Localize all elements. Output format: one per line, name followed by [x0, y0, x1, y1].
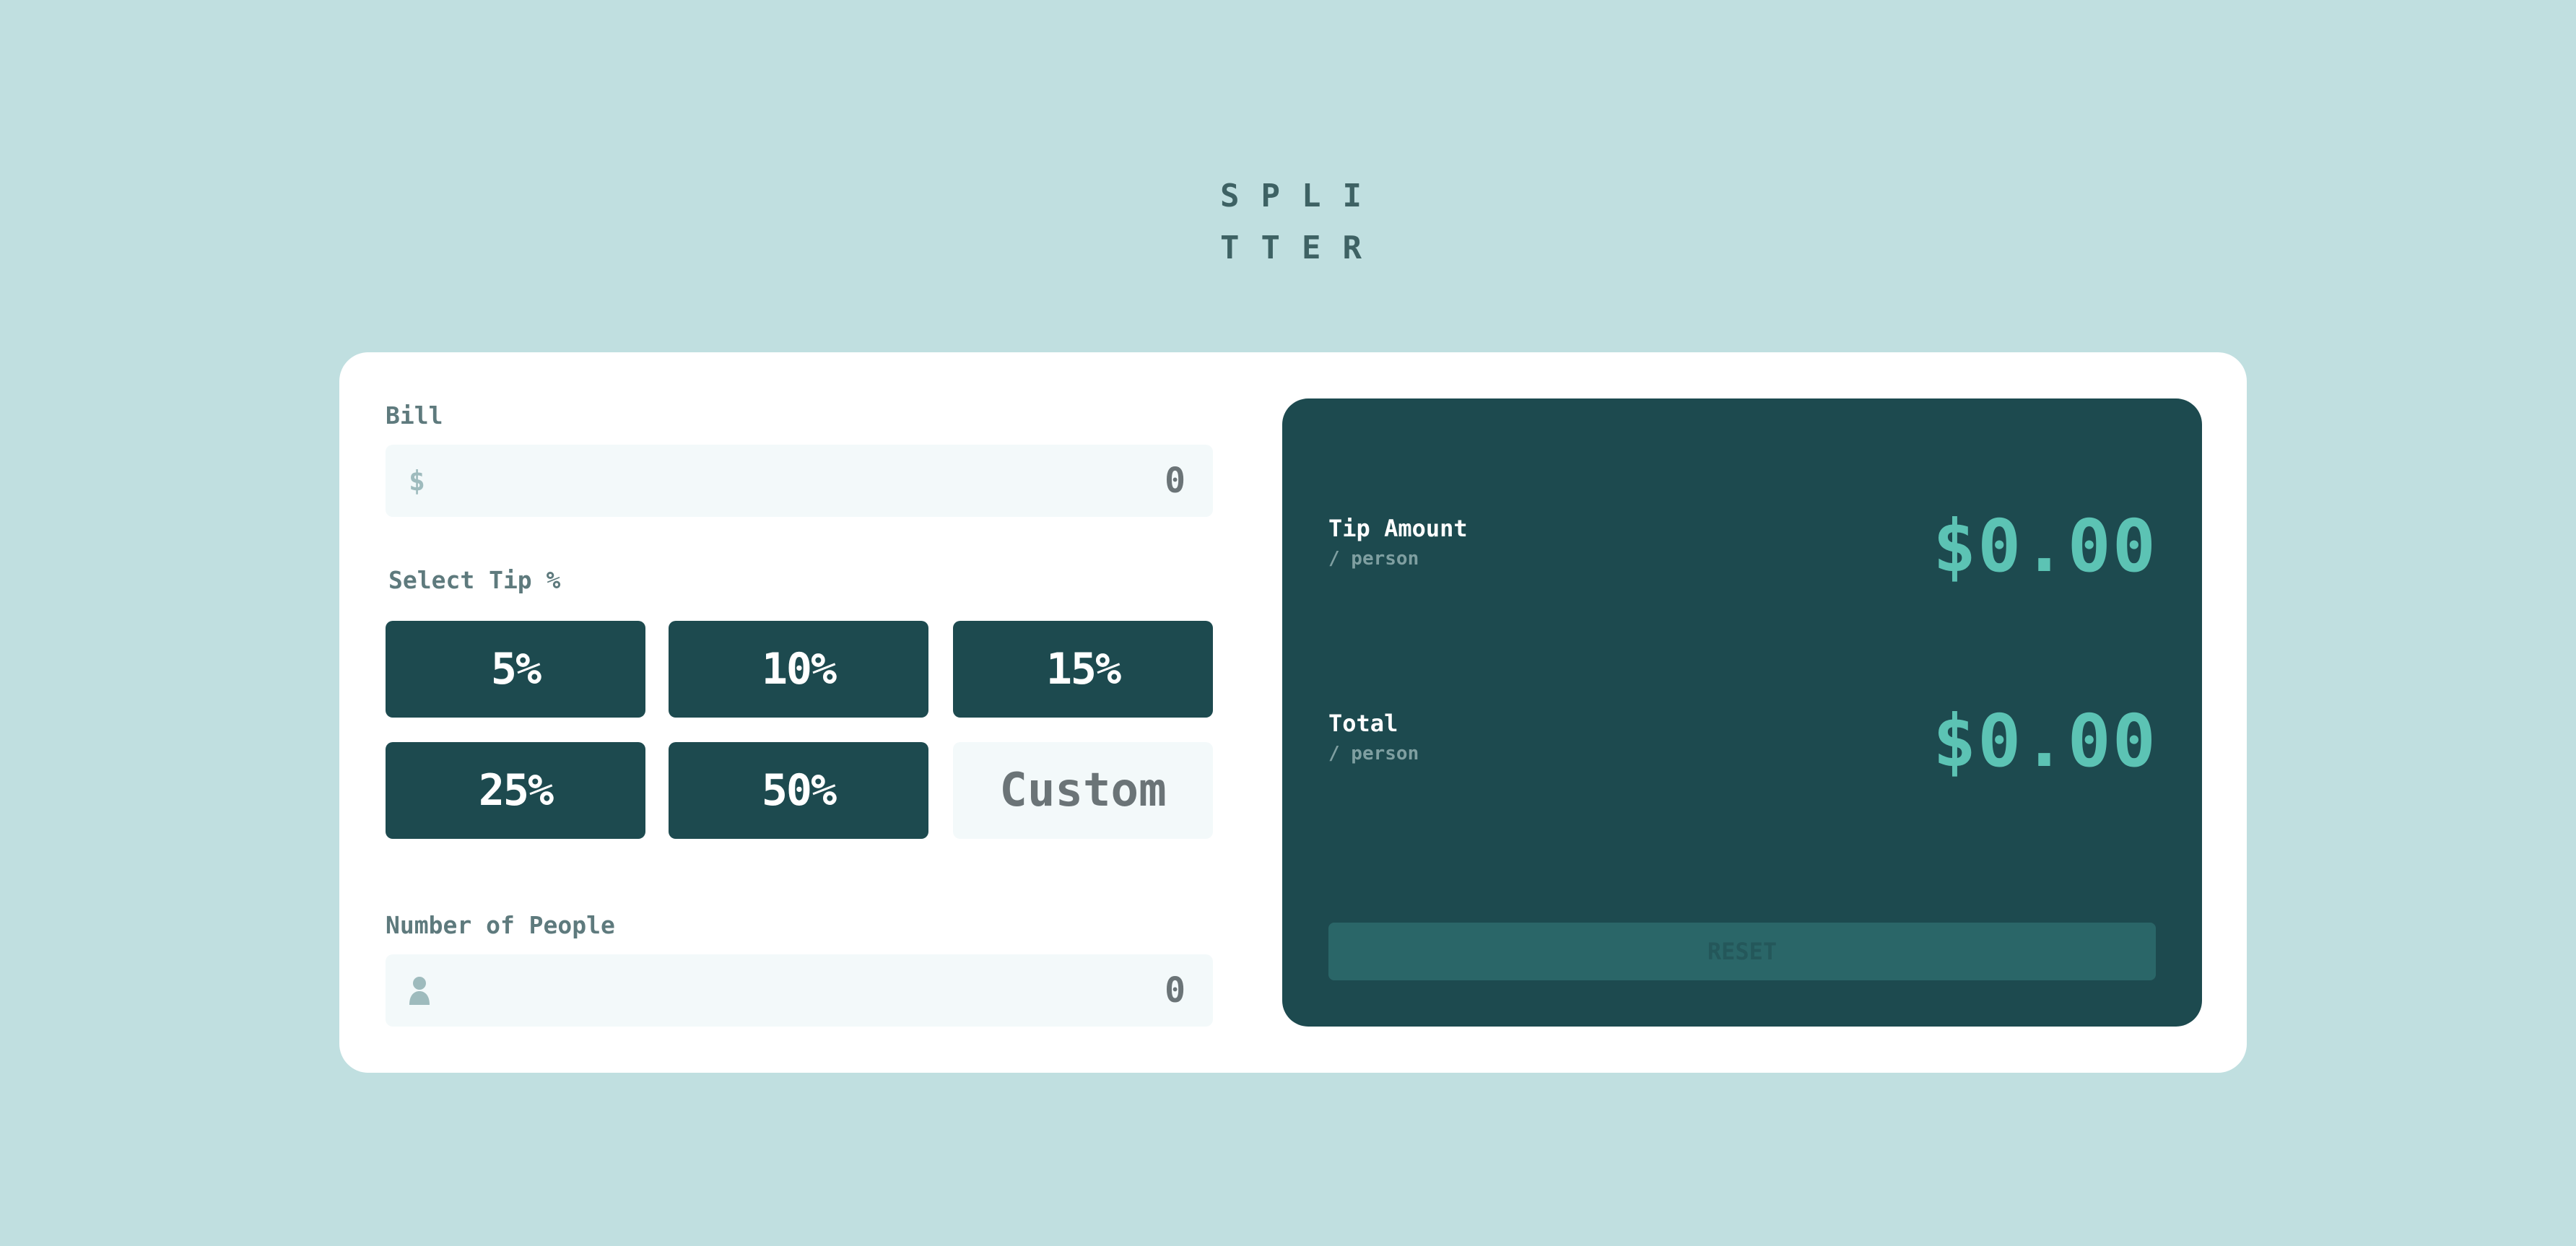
- tip-button-25[interactable]: 25%: [386, 742, 645, 839]
- result-panel: Tip Amount / person $0.00 Total / person…: [1282, 398, 2202, 1027]
- total-value: $0.00: [1932, 699, 2157, 783]
- tip-amount-label: Tip Amount: [1328, 515, 1468, 542]
- tip-button-50[interactable]: 50%: [669, 742, 928, 839]
- tip-button-5[interactable]: 5%: [386, 621, 645, 718]
- tip-button-15[interactable]: 15%: [953, 621, 1213, 718]
- dollar-icon: $: [409, 465, 425, 497]
- tip-button-10[interactable]: 10%: [669, 621, 928, 718]
- logo-line-2: TTER: [1220, 230, 1383, 266]
- tip-amount-sub: / person: [1328, 548, 1419, 570]
- tip-custom-input[interactable]: Custom: [953, 742, 1213, 839]
- reset-button[interactable]: RESET: [1328, 923, 2156, 980]
- select-tip-label: Select Tip %: [388, 566, 561, 594]
- people-value: 0: [1165, 970, 1185, 1011]
- bill-value: 0: [1165, 461, 1185, 501]
- total-label: Total: [1328, 710, 1398, 737]
- people-input[interactable]: 0: [386, 954, 1213, 1027]
- tip-amount-value: $0.00: [1932, 504, 2157, 588]
- app-logo: SPLI TTER: [1220, 170, 1365, 274]
- total-sub: / person: [1328, 743, 1419, 764]
- bill-input[interactable]: $ 0: [386, 445, 1213, 517]
- logo-line-1: SPLI: [1220, 178, 1383, 214]
- people-label: Number of People: [386, 911, 615, 939]
- bill-label: Bill: [386, 401, 443, 430]
- person-icon: [409, 977, 430, 1005]
